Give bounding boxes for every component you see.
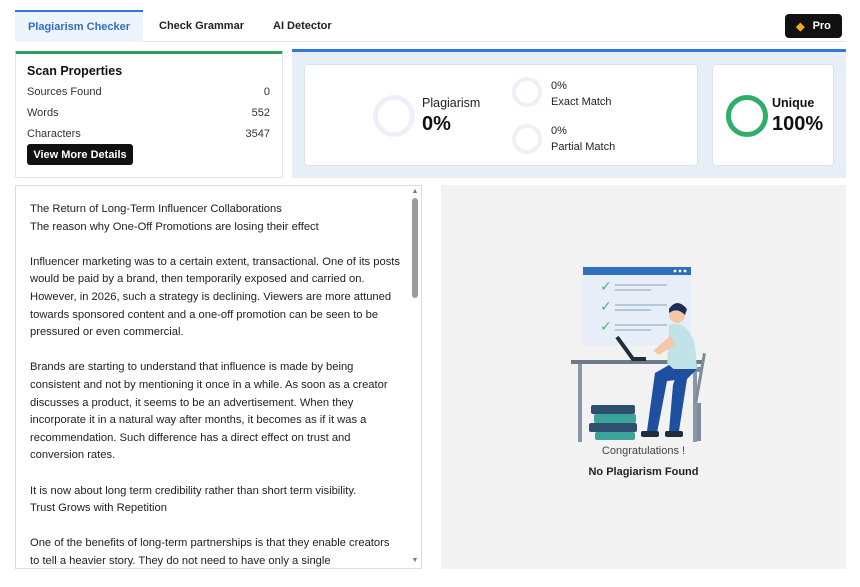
plagiarism-ring	[373, 95, 415, 137]
tab-bar: Plagiarism Checker Check Grammar AI Dete…	[15, 10, 846, 42]
exact-match-label: Exact Match	[551, 96, 612, 108]
sources-found-label: Sources Found	[27, 86, 102, 98]
view-more-details-button[interactable]: View More Details	[27, 144, 133, 165]
books	[591, 405, 635, 414]
plagiarism-label: Plagiarism	[422, 96, 481, 110]
sources-found-row: Sources Found 0	[27, 86, 270, 98]
checklist-person-illustration: ✓ ✓ ✓	[571, 267, 706, 442]
doc-paragraph: Brands are starting to understand that i…	[30, 361, 388, 462]
doc-paragraph: It is now about long term credibility ra…	[30, 484, 357, 497]
svg-text:✓: ✓	[600, 279, 612, 295]
doc-subtitle: The reason why One-Off Promotions are lo…	[30, 220, 319, 233]
text-scrollbar[interactable]: ▲ ▼	[409, 186, 421, 568]
plagiarism-value: 0%	[422, 113, 451, 135]
partial-match-value: 0%	[551, 125, 567, 137]
exact-match-ring	[512, 77, 542, 107]
doc-heading: Trust Grows with Repetition	[30, 502, 167, 515]
exact-match-value: 0%	[551, 80, 567, 92]
svg-text:✓: ✓	[600, 319, 612, 335]
doc-paragraph: One of the benefits of long-term partner…	[30, 537, 390, 567]
scroll-thumb[interactable]	[412, 198, 418, 298]
unique-ring	[726, 95, 768, 137]
sources-found-value: 0	[263, 86, 270, 98]
no-plagiarism-text: No Plagiarism Found	[588, 466, 699, 478]
characters-value: 3547	[245, 128, 270, 140]
unique-value: 100%	[772, 113, 824, 135]
tab-ai-detector[interactable]: AI Detector	[273, 10, 332, 42]
diamond-icon: ◆	[796, 20, 805, 33]
scan-properties-title: Scan Properties	[27, 64, 123, 78]
document-text-area[interactable]: The Return of Long-Term Influencer Colla…	[15, 185, 422, 569]
scroll-down-icon[interactable]: ▼	[411, 557, 419, 565]
svg-text:✓: ✓	[600, 299, 612, 315]
unique-card: Unique 100%	[712, 64, 834, 166]
pro-label: Pro	[812, 20, 831, 32]
words-label: Words	[27, 107, 59, 119]
characters-label: Characters	[27, 128, 81, 140]
partial-match-ring	[512, 124, 542, 154]
document-text: The Return of Long-Term Influencer Colla…	[30, 201, 400, 568]
doc-title: The Return of Long-Term Influencer Colla…	[30, 203, 282, 215]
plagiarism-card: Plagiarism 0% 0% Exact Match 0% Partial …	[304, 64, 698, 166]
characters-row: Characters 3547	[27, 128, 270, 140]
pro-button[interactable]: ◆ Pro	[785, 14, 842, 38]
tab-plagiarism-checker[interactable]: Plagiarism Checker	[15, 10, 143, 42]
scroll-up-icon[interactable]: ▲	[411, 188, 419, 196]
words-value: 552	[251, 107, 270, 119]
doc-paragraph: Influencer marketing was to a certain ex…	[30, 255, 400, 339]
results-panel: Plagiarism 0% 0% Exact Match 0% Partial …	[292, 49, 846, 178]
scan-properties-panel: Scan Properties Sources Found 0 Words 55…	[15, 51, 283, 178]
congratulations-text: Congratulations !	[601, 445, 686, 457]
partial-match-label: Partial Match	[551, 141, 616, 153]
unique-label: Unique	[772, 96, 815, 110]
tab-check-grammar[interactable]: Check Grammar	[159, 10, 244, 42]
result-illustration-panel: ✓ ✓ ✓ Congratulations ! No Plagiarism Fo…	[441, 185, 846, 569]
words-row: Words 552	[27, 107, 270, 119]
